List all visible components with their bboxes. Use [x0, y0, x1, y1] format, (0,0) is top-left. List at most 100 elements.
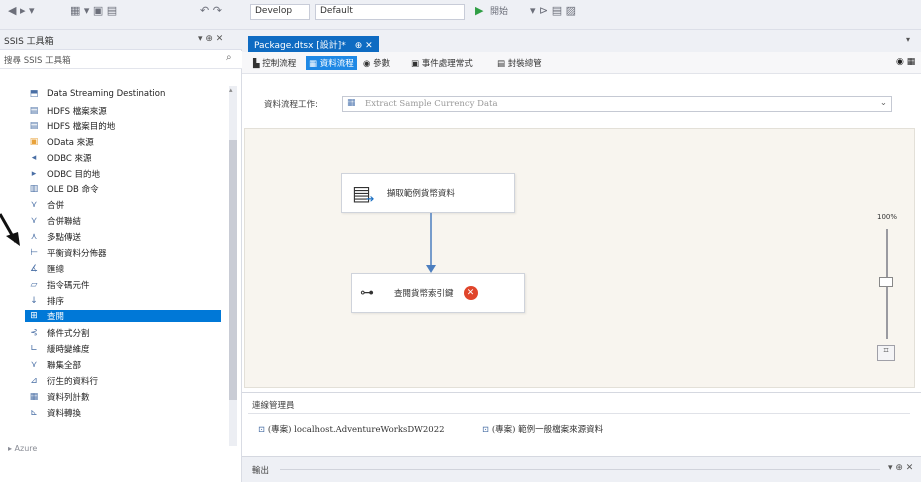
toolbox-item[interactable]: ◂ ODBC 來源: [28, 152, 92, 164]
toolbox-item[interactable]: ▣ OData 來源: [28, 136, 94, 148]
data-flow-task-row: 資料流程工作: ▦ Extract Sample Currency Data ⌄: [242, 74, 921, 126]
toolbox-item[interactable]: ↓ 排序: [28, 295, 64, 307]
data-path-connector[interactable]: [425, 213, 437, 275]
output-label: 輸出: [252, 466, 270, 476]
data-flow-canvas[interactable]: ▤ ➔ 擷取範例貨幣資料 ⊶ 查閱貨幣索引鍵 ✕ 100% ⌗: [244, 128, 915, 388]
package-tab[interactable]: Package.dtsx [設計]* ⊕ ✕: [248, 36, 379, 52]
toolbox-item-label: 合併聯結: [47, 217, 82, 227]
output-panel-bar[interactable]: 輸出 ▾ ⊕ ✕: [242, 456, 921, 482]
toolbox-item[interactable]: ▤ HDFS 檔案來源: [28, 105, 107, 117]
platform-select[interactable]: Default: [315, 4, 465, 20]
document-tab-row: Package.dtsx [設計]* ⊕ ✕ ▾: [242, 30, 921, 52]
data-streaming-icon: ⬒: [29, 89, 39, 99]
connection-managers-panel: 連線管理員 ⊡ (專案) localhost.AdventureWorksDW2…: [242, 392, 921, 454]
debug-icon[interactable]: ▾ ⊳ ▤ ▨: [530, 4, 576, 17]
toolbox-item[interactable]: ⋎ 合併聯結: [28, 215, 81, 227]
dft-selected-value: Extract Sample Currency Data: [365, 99, 498, 109]
merge-join-icon: ⋎: [30, 216, 38, 226]
tab-label: 封裝總管: [507, 59, 542, 69]
azure-group-header[interactable]: ▸ Azure: [8, 444, 37, 453]
connection-manager-item[interactable]: ⊡ (專案) 範例一般檔案來源資料: [482, 423, 603, 435]
flat-file-source-node[interactable]: ▤ ➔ 擷取範例貨幣資料: [341, 173, 515, 213]
connection-icon: ⊡: [258, 425, 266, 435]
balanced-distributor-icon: ⊢: [30, 248, 38, 258]
toolbox-item[interactable]: ⊰ 條件式分割: [28, 327, 90, 339]
toolbox-item[interactable]: ⊢ 平衡資料分佈器: [28, 247, 107, 259]
toolbox-item-label: 匯總: [47, 265, 65, 275]
toolbox-header: SSIS 工具箱 ▾ ⊕ ✕: [0, 30, 242, 50]
zoom-slider-thumb[interactable]: [879, 277, 893, 287]
chevron-down-icon[interactable]: ⌄: [880, 98, 887, 108]
toolbox-title: SSIS 工具箱: [4, 37, 54, 47]
connection-manager-item[interactable]: ⊡ (專案) localhost.AdventureWorksDW2022: [258, 423, 445, 435]
toolbox-item[interactable]: ∡ 匯總: [28, 263, 64, 275]
panel-pin-icon[interactable]: ▾ ⊕ ✕: [198, 34, 223, 44]
panel-pin-icon[interactable]: ▾ ⊕ ✕: [888, 463, 913, 473]
lookup-icon: ⊶: [360, 285, 374, 301]
toolbox-item-label: 資料列計數: [47, 393, 90, 403]
tab-overflow-icon[interactable]: ▾: [906, 35, 910, 44]
toolbox-item[interactable]: ▦ 資料列計數: [28, 391, 90, 403]
connection-label: (專案) localhost.AdventureWorksDW2022: [267, 425, 445, 435]
solution-config-select[interactable]: Develop: [250, 4, 310, 20]
toolbox-item[interactable]: ⊿ 衍生的資料行: [28, 375, 98, 387]
tab-parameters[interactable]: ◉ 參數: [360, 56, 393, 70]
toolbox-item-label: 緩時變維度: [47, 345, 90, 355]
odbc-dest-icon: ▸: [31, 169, 37, 179]
connection-managers-tab[interactable]: 連線管理員: [252, 399, 295, 411]
toolbox-item-label: OData 來源: [47, 138, 94, 148]
connect-icon[interactable]: ◉ ▦: [896, 57, 915, 67]
toolbox-item-label: 平衡資料分佈器: [47, 249, 107, 259]
toolbox-item[interactable]: ⋏ 多點傳送: [28, 231, 81, 243]
tab-package-explorer[interactable]: ▤ 封裝總管: [494, 56, 545, 70]
toolbox-item-label: ODBC 目的地: [47, 170, 101, 180]
tab-label: 控制流程: [262, 59, 297, 69]
toolbox-item[interactable]: ∟ 緩時變維度: [28, 343, 90, 355]
data-flow-task-icon: ▦: [347, 98, 356, 108]
back-icon[interactable]: ◀ ▸ ▾: [8, 4, 35, 17]
toolbox-item-label: 指令碼元件: [47, 281, 90, 291]
tab-event-handlers[interactable]: ▣ 事件處理常式: [408, 56, 476, 70]
toolbox-search-input[interactable]: 搜尋 SSIS 工具箱 ⌕: [0, 51, 242, 69]
toolbox-item[interactable]: ▥ OLE DB 命令: [28, 183, 99, 195]
toolbox-item[interactable]: ▤ HDFS 檔案目的地: [28, 120, 116, 132]
zoom-level-label: 100%: [877, 213, 898, 221]
toolbox-item[interactable]: ⬒ Data Streaming Destination: [28, 88, 166, 100]
hdfs-source-icon: ▤: [29, 106, 39, 116]
lookup-icon: ⊞: [30, 311, 38, 321]
toolbox-item-label: 資料轉換: [47, 409, 82, 419]
sort-icon: ↓: [30, 296, 38, 306]
toolbox-item-label: HDFS 檔案來源: [47, 107, 107, 117]
lookup-node[interactable]: ⊶ 查閱貨幣索引鍵 ✕: [351, 273, 525, 313]
start-icon[interactable]: ▶: [475, 4, 483, 17]
toolbox-item-label: 排序: [47, 297, 65, 307]
odbc-source-icon: ◂: [31, 153, 37, 163]
odata-icon: ▣: [29, 137, 39, 147]
toolbox-scroll-thumb[interactable]: [229, 140, 237, 400]
toolbox-item[interactable]: ⋎ 合併: [28, 199, 64, 211]
new-project-icon[interactable]: ▦ ▾ ▣ ▤: [70, 4, 117, 17]
zoom-control[interactable]: 100% ⌗: [873, 213, 913, 373]
tab-label: 事件處理常式: [421, 59, 473, 69]
toolbox-item[interactable]: ▱ 指令碼元件: [28, 279, 90, 291]
toolbox-item-selected[interactable]: ⊞ 查閱: [25, 310, 221, 322]
zoom-fit-icon[interactable]: ⌗: [877, 345, 895, 361]
annotation-arrow-icon: [0, 213, 20, 246]
undo-icon[interactable]: ↶ ↷: [200, 4, 222, 17]
tab-label: 參數: [373, 59, 391, 69]
toolbox-item[interactable]: ⊾ 資料轉換: [28, 407, 81, 419]
start-button[interactable]: 開始: [490, 4, 508, 17]
data-flow-task-select[interactable]: ▦ Extract Sample Currency Data ⌄: [342, 96, 892, 112]
main-toolbar: ◀ ▸ ▾ ▦ ▾ ▣ ▤ ↶ ↷ Develop Default ▶ 開始 ▾…: [0, 0, 921, 30]
scroll-up-icon[interactable]: ▴: [229, 86, 233, 94]
ssis-toolbox-panel: SSIS 工具箱 ▾ ⊕ ✕ 搜尋 SSIS 工具箱 ⌕ ▴ ⬒ Data Str…: [0, 30, 242, 482]
toolbox-item-label: 條件式分割: [47, 329, 90, 339]
error-icon[interactable]: ✕: [463, 286, 478, 300]
tab-data-flow[interactable]: ▦ 資料流程: [306, 56, 357, 70]
search-icon[interactable]: ⌕: [226, 52, 232, 63]
toolbox-item[interactable]: ▸ ODBC 目的地: [28, 168, 100, 180]
tab-control-flow[interactable]: ▙ 控制流程: [250, 56, 299, 70]
arrow-right-icon: ➔: [366, 194, 375, 205]
tab-close-icon[interactable]: ⊕ ✕: [355, 41, 373, 51]
toolbox-item[interactable]: ⋎ 聯集全部: [28, 359, 81, 371]
